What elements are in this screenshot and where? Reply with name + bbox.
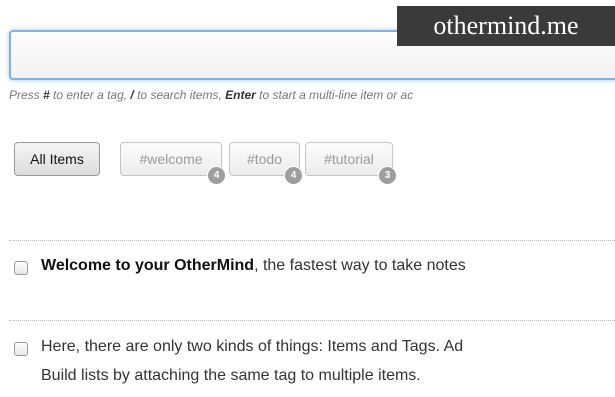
item-divider <box>9 320 615 321</box>
hint-text: to enter a tag, <box>49 88 131 102</box>
tag-label: #welcome <box>139 151 203 167</box>
item-checkbox[interactable] <box>14 261 28 275</box>
tag-count-badge: 3 <box>378 166 397 185</box>
tag-filter-bar: All Items #welcome 4 #todo 4 #tutorial 3 <box>14 142 614 185</box>
hint-text: to start a multi-line item or ac <box>255 88 414 102</box>
tag-welcome-button[interactable]: #welcome <box>120 142 222 176</box>
tag-count-badge: 4 <box>284 166 303 185</box>
hint-key-enter: Enter <box>225 88 256 102</box>
item-title: Welcome to your OtherMind <box>41 257 255 274</box>
tag-label: #tutorial <box>324 151 374 167</box>
all-items-button[interactable]: All Items <box>14 142 100 176</box>
watermark-logo: othermind.me <box>397 6 615 46</box>
item-body: , the fastest way to take notes <box>254 257 466 274</box>
item-divider <box>9 240 615 241</box>
hint-text: to search items, <box>133 88 226 102</box>
item-text-line-1: Here, there are only two kinds of things… <box>41 338 464 355</box>
item-text: Welcome to your OtherMind, the fastest w… <box>41 257 466 275</box>
tag-count-badge: 4 <box>207 166 226 185</box>
hint-key-hash: # <box>43 88 50 102</box>
input-hint: Press # to enter a tag, / to search item… <box>9 88 615 102</box>
tag-label: #todo <box>246 151 283 167</box>
hint-text: Press <box>9 88 44 102</box>
item-checkbox[interactable] <box>14 342 28 356</box>
item-text-line-2: Build lists by attaching the same tag to… <box>41 367 421 384</box>
